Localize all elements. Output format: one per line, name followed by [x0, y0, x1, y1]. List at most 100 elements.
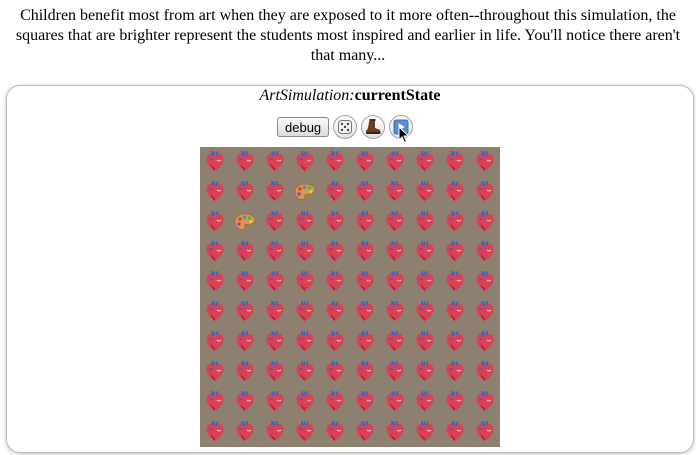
grid-cell[interactable] — [320, 327, 350, 357]
grid-cell[interactable] — [200, 327, 230, 357]
grid-cell[interactable] — [230, 327, 260, 357]
grid-cell[interactable] — [470, 237, 500, 267]
grid-cell[interactable] — [320, 417, 350, 447]
grid-cell[interactable] — [410, 417, 440, 447]
grid-cell[interactable] — [380, 207, 410, 237]
grid-cell[interactable] — [290, 327, 320, 357]
grid-cell[interactable] — [380, 417, 410, 447]
grid-cell[interactable] — [470, 177, 500, 207]
grid-cell[interactable] — [440, 357, 470, 387]
grid-cell[interactable] — [200, 387, 230, 417]
grid-cell[interactable] — [440, 387, 470, 417]
grid-cell[interactable] — [320, 207, 350, 237]
grid-cell[interactable] — [470, 297, 500, 327]
grid-cell[interactable] — [410, 147, 440, 177]
grid-cell[interactable] — [380, 357, 410, 387]
grid-cell[interactable] — [290, 387, 320, 417]
grid-cell[interactable] — [290, 417, 320, 447]
grid-cell[interactable] — [470, 207, 500, 237]
grid-cell[interactable] — [260, 177, 290, 207]
grid-cell[interactable] — [470, 417, 500, 447]
grid-cell[interactable] — [440, 177, 470, 207]
grid-cell[interactable] — [410, 177, 440, 207]
grid-cell[interactable] — [410, 237, 440, 267]
grid-cell[interactable] — [290, 237, 320, 267]
grid-cell[interactable] — [440, 267, 470, 297]
grid-cell[interactable] — [320, 177, 350, 207]
grid-cell[interactable] — [440, 207, 470, 237]
grid-cell[interactable] — [290, 207, 320, 237]
grid-cell[interactable] — [200, 207, 230, 237]
grid-cell[interactable] — [350, 237, 380, 267]
grid-cell[interactable] — [260, 327, 290, 357]
grid-cell[interactable] — [350, 267, 380, 297]
grid-cell[interactable] — [230, 177, 260, 207]
grid-cell[interactable] — [230, 267, 260, 297]
grid-cell[interactable] — [470, 147, 500, 177]
simulation-grid[interactable] — [200, 147, 500, 447]
grid-cell[interactable] — [410, 207, 440, 237]
grid-cell[interactable] — [410, 387, 440, 417]
grid-cell[interactable] — [230, 297, 260, 327]
grid-cell[interactable] — [470, 327, 500, 357]
grid-cell[interactable] — [200, 417, 230, 447]
grid-cell[interactable] — [350, 177, 380, 207]
grid-cell[interactable] — [230, 237, 260, 267]
grid-cell[interactable] — [440, 417, 470, 447]
grid-cell[interactable] — [260, 147, 290, 177]
debug-button[interactable]: debug — [277, 117, 330, 137]
grid-cell[interactable] — [380, 147, 410, 177]
grid-cell[interactable] — [440, 147, 470, 177]
grid-cell[interactable] — [230, 357, 260, 387]
grid-cell[interactable] — [200, 147, 230, 177]
grid-cell[interactable] — [470, 267, 500, 297]
grid-cell[interactable] — [440, 327, 470, 357]
grid-cell[interactable] — [320, 357, 350, 387]
grid-cell[interactable] — [380, 387, 410, 417]
grid-cell[interactable] — [230, 417, 260, 447]
grid-cell[interactable] — [200, 177, 230, 207]
grid-cell[interactable] — [200, 267, 230, 297]
grid-cell[interactable] — [350, 417, 380, 447]
grid-cell[interactable] — [350, 357, 380, 387]
grid-cell[interactable] — [290, 177, 320, 207]
grid-cell[interactable] — [350, 297, 380, 327]
grid-cell[interactable] — [380, 237, 410, 267]
grid-cell[interactable] — [200, 297, 230, 327]
grid-cell[interactable] — [230, 147, 260, 177]
grid-cell[interactable] — [290, 267, 320, 297]
grid-cell[interactable] — [200, 357, 230, 387]
grid-cell[interactable] — [260, 297, 290, 327]
grid-cell[interactable] — [260, 417, 290, 447]
grid-cell[interactable] — [260, 387, 290, 417]
grid-cell[interactable] — [260, 237, 290, 267]
grid-cell[interactable] — [440, 297, 470, 327]
grid-cell[interactable] — [200, 237, 230, 267]
grid-cell[interactable] — [320, 237, 350, 267]
grid-cell[interactable] — [380, 327, 410, 357]
grid-cell[interactable] — [380, 297, 410, 327]
grid-cell[interactable] — [320, 387, 350, 417]
grid-cell[interactable] — [350, 327, 380, 357]
grid-cell[interactable] — [410, 267, 440, 297]
grid-cell[interactable] — [260, 267, 290, 297]
grid-cell[interactable] — [410, 297, 440, 327]
grid-cell[interactable] — [350, 387, 380, 417]
grid-cell[interactable] — [260, 207, 290, 237]
grid-cell[interactable] — [290, 147, 320, 177]
randomize-button[interactable] — [333, 115, 358, 139]
grid-cell[interactable] — [260, 357, 290, 387]
grid-cell[interactable] — [350, 147, 380, 177]
grid-cell[interactable] — [230, 387, 260, 417]
grid-cell[interactable] — [380, 267, 410, 297]
grid-cell[interactable] — [320, 267, 350, 297]
grid-cell[interactable] — [320, 147, 350, 177]
play-button[interactable] — [389, 115, 414, 144]
step-button[interactable] — [361, 115, 386, 139]
grid-cell[interactable] — [410, 357, 440, 387]
grid-cell[interactable] — [410, 327, 440, 357]
grid-cell[interactable] — [320, 297, 350, 327]
grid-cell[interactable] — [440, 237, 470, 267]
grid-cell[interactable] — [290, 297, 320, 327]
grid-cell[interactable] — [350, 207, 380, 237]
